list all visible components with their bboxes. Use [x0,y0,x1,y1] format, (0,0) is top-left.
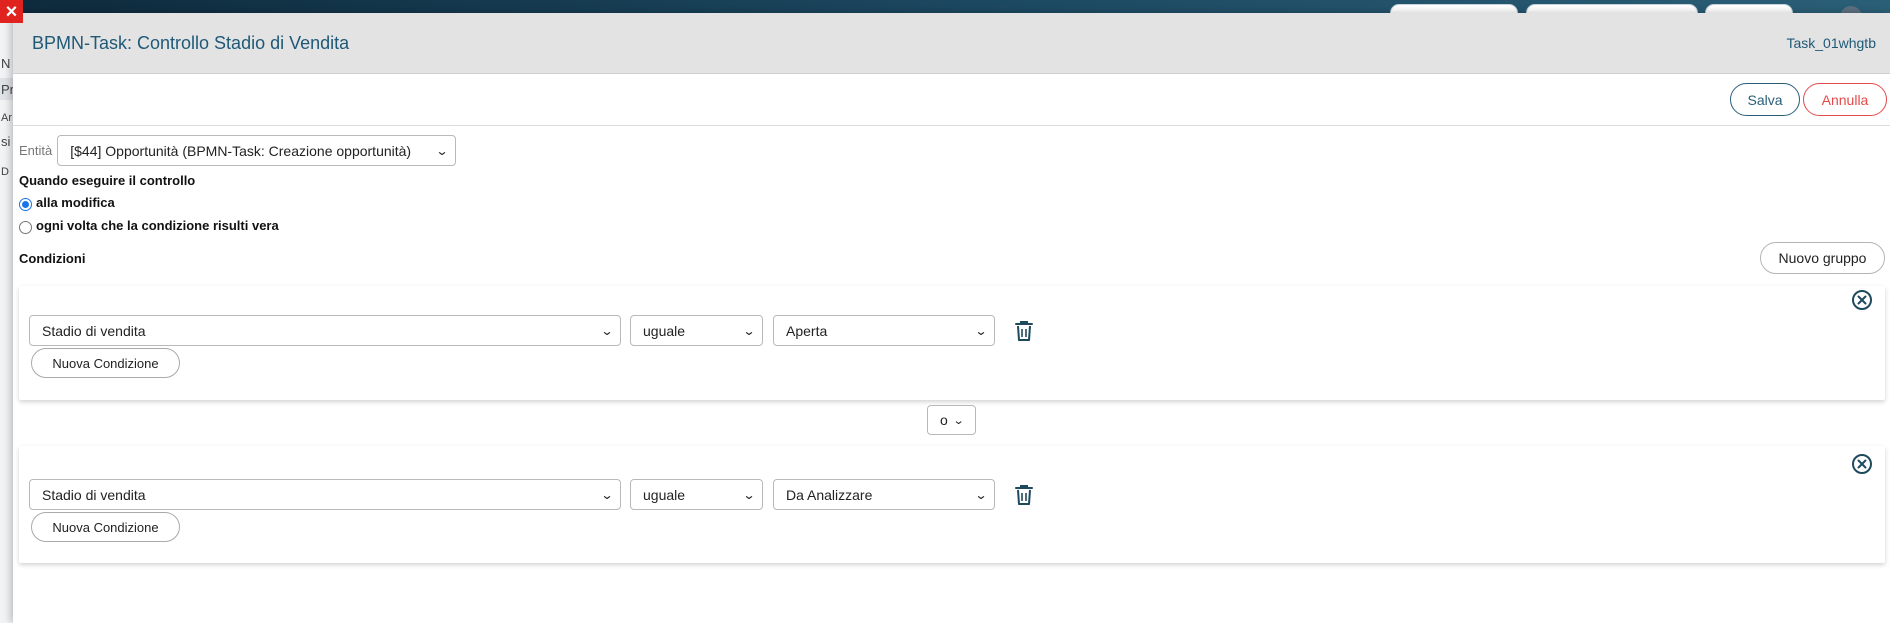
chevron-down-icon: ⌄ [742,323,756,338]
remove-group-icon[interactable] [1851,289,1873,311]
chevron-down-icon: ⌄ [600,487,614,502]
radio-option-on-change[interactable]: alla modifica [19,193,1885,211]
background-sidebar: N Pr Ar si D [0,16,14,623]
connector-select[interactable]: o ⌄ [927,405,976,435]
entity-select-value: [$44] Opportunità (BPMN-Task: Creazione … [70,142,412,159]
action-bar: Salva Annulla [13,74,1890,126]
value-select-value: Da Analizzare [786,486,873,503]
chevron-down-icon: ⌄ [435,143,449,158]
background-sidebar-text: D [1,166,9,178]
save-button[interactable]: Salva [1730,83,1800,116]
operator-select-value: uguale [643,486,686,503]
condition-group: Stadio di vendita ⌄ uguale ⌄ Da Analizza… [19,446,1885,563]
condition-row: Stadio di vendita ⌄ uguale ⌄ Aperta ⌄ [29,315,1033,346]
radio-label: ogni volta che la condizione risulti ver… [36,217,279,233]
background-sidebar-text: N [1,56,11,71]
radio-label: alla modifica [36,194,115,210]
condition-group: Stadio di vendita ⌄ uguale ⌄ Aperta ⌄ Nu… [19,286,1885,400]
trash-icon[interactable] [1015,484,1033,506]
chevron-down-icon: ⌄ [952,414,965,427]
chevron-down-icon: ⌄ [600,323,614,338]
modal-header: BPMN-Task: Controllo Stadio di Vendita T… [13,13,1890,74]
conditions-header: Condizioni Nuovo gruppo [19,242,1885,274]
operator-select[interactable]: uguale ⌄ [630,315,763,346]
operator-select-value: uguale [643,322,686,339]
field-select[interactable]: Stadio di vendita ⌄ [29,479,621,510]
radio-always[interactable] [19,220,32,234]
condition-row: Stadio di vendita ⌄ uguale ⌄ Da Analizza… [29,479,1033,510]
field-select-value: Stadio di vendita [42,322,146,339]
entity-select[interactable]: [$44] Opportunità (BPMN-Task: Creazione … [57,135,457,166]
field-select[interactable]: Stadio di vendita ⌄ [29,315,621,346]
radio-option-always[interactable]: ogni volta che la condizione risulti ver… [19,216,1885,234]
new-condition-button[interactable]: Nuova Condizione [31,512,180,542]
close-icon[interactable]: × [0,0,23,23]
modal-body: Entità [$44] Opportunità (BPMN-Task: Cre… [13,126,1890,563]
remove-group-icon[interactable] [1851,453,1873,475]
background-sidebar-text: Ar [1,112,12,124]
entity-label: Entità [19,143,53,158]
radio-on-change[interactable] [19,197,32,211]
chevron-down-icon: ⌄ [974,323,988,338]
field-select-value: Stadio di vendita [42,486,146,503]
operator-select[interactable]: uguale ⌄ [630,479,763,510]
new-condition-button[interactable]: Nuova Condizione [31,348,180,378]
when-title: Quando eseguire il controllo [19,173,196,188]
modal-title: BPMN-Task: Controllo Stadio di Vendita [32,32,350,53]
entity-row: Entità [$44] Opportunità (BPMN-Task: Cre… [19,134,1885,167]
trash-icon[interactable] [1015,320,1033,342]
task-id: Task_01whgtb [1786,35,1876,51]
value-select[interactable]: Aperta ⌄ [773,315,995,346]
cancel-button[interactable]: Annulla [1803,83,1887,116]
chevron-down-icon: ⌄ [974,487,988,502]
value-select[interactable]: Da Analizzare ⌄ [773,479,995,510]
task-modal: BPMN-Task: Controllo Stadio di Vendita T… [13,13,1890,623]
screen: × N Pr Ar si D BPMN-Task: Controllo Stad… [0,0,1890,623]
new-group-button[interactable]: Nuovo gruppo [1760,242,1885,274]
group-connector: o ⌄ [19,400,1885,446]
connector-value: o [939,412,948,428]
chevron-down-icon: ⌄ [742,487,756,502]
conditions-title: Condizioni [19,250,86,266]
background-sidebar-text: si [1,134,11,149]
value-select-value: Aperta [786,322,828,339]
